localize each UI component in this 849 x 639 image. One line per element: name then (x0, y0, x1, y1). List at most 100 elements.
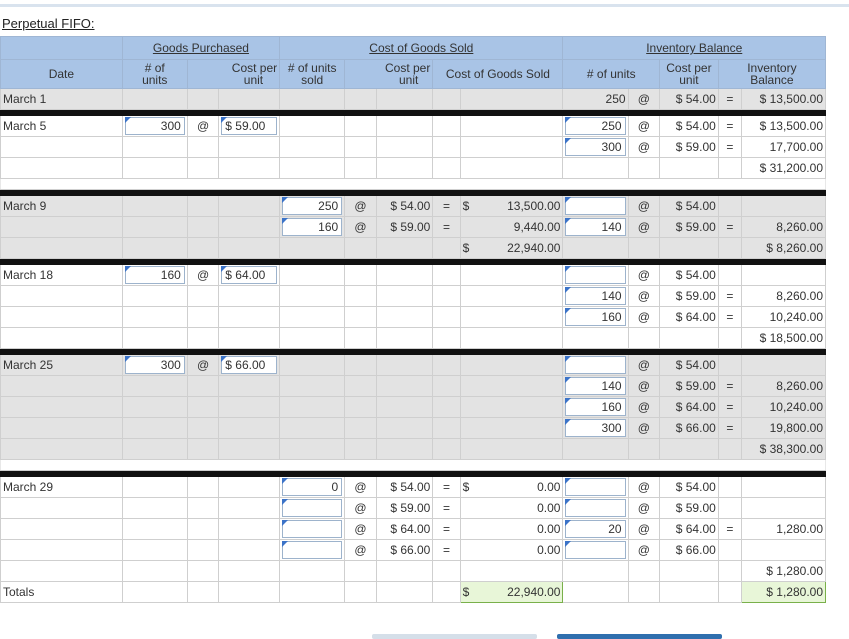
purchase-cost-input[interactable]: $ 66.00 (221, 356, 278, 374)
march18-row-2: 140 @ $ 59.00 = 8,260.00 (0, 285, 827, 307)
inv-balance (740, 354, 827, 376)
top-divider (0, 4, 849, 7)
inv-balance: 1,280.00 (740, 518, 827, 540)
purchase-units-input[interactable]: 160 (124, 266, 185, 284)
march9-row-1: March 9 250 @ $ 54.00 = $13,500.00 @ $ 5… (0, 195, 827, 217)
inv-units-input[interactable]: 250 (565, 117, 626, 135)
prev-button-edge[interactable] (372, 634, 537, 639)
inv-cost: $ 59.00 (659, 375, 719, 397)
inventory-balance-header: Inventory Balance (562, 36, 826, 60)
equals-symbol: = (432, 497, 461, 519)
inv-cost: $ 54.00 (659, 476, 719, 498)
march25-total-row: $ 38,300.00 (0, 438, 827, 460)
sold-units-input[interactable] (282, 541, 343, 559)
inv-total: $ 31,200.00 (740, 157, 827, 179)
sold-cost: $ 54.00 (375, 476, 434, 498)
inv-balance (740, 539, 827, 561)
purchase-units-input[interactable]: 300 (124, 356, 185, 374)
inv-units-input[interactable] (565, 197, 626, 215)
march9-row-2: 160 @ $ 59.00 = 9,440.00 140 @ $ 59.00 =… (0, 216, 827, 238)
date-cell: March 25 (0, 354, 123, 376)
inv-units-input[interactable] (565, 266, 626, 284)
sold-units-input[interactable] (282, 499, 343, 517)
at-symbol: @ (627, 476, 661, 498)
inv-balance: 19,800.00 (740, 417, 827, 439)
date-column-header: Date (0, 59, 123, 89)
inv-units-input[interactable]: 300 (565, 138, 626, 156)
inv-units-input[interactable] (565, 356, 626, 374)
totals-row: Totals $22,940.00 $ 1,280.00 (0, 581, 827, 603)
inv-cost: $ 54.00 (659, 115, 719, 137)
march29-row-1: March 29 0 @ $ 54.00 = $0.00 @ $ 54.00 (0, 476, 827, 498)
sold-units-input[interactable]: 250 (282, 197, 343, 215)
inv-balance (740, 195, 827, 217)
page-title: Perpetual FIFO: (2, 16, 95, 31)
inv-units-input[interactable] (565, 541, 626, 559)
sold-units-input[interactable]: 0 (282, 478, 343, 496)
date-cell: March 9 (0, 195, 123, 217)
next-button-edge[interactable] (557, 634, 722, 639)
sold-units-input[interactable] (282, 520, 343, 538)
inv-balance (740, 264, 827, 286)
inv-cost: $ 59.00 (659, 497, 719, 519)
inv-cost: $ 59.00 (659, 136, 719, 158)
inv-units-input[interactable]: 160 (565, 308, 626, 326)
equals-symbol: = (717, 136, 742, 158)
inv-units-input[interactable] (565, 499, 626, 517)
purchase-cost-input[interactable]: $ 64.00 (221, 266, 278, 284)
inv-balance: 10,240.00 (740, 306, 827, 328)
fifo-table-wrapper: Goods Purchased Cost of Goods Sold Inven… (0, 36, 827, 603)
inv-total: $ 1,280.00 (740, 560, 827, 582)
equals-symbol: = (432, 216, 461, 238)
inv-cost: $ 59.00 (659, 285, 719, 307)
at-symbol: @ (344, 497, 377, 519)
inv-balance: $ 13,500.00 (740, 88, 827, 110)
inv-units-input[interactable]: 300 (565, 419, 626, 437)
purchase-units-input[interactable]: 300 (124, 117, 185, 135)
at-symbol: @ (344, 539, 377, 561)
totals-label: Totals (0, 581, 123, 603)
inv-units-input[interactable]: 20 (565, 520, 626, 538)
inv-balance: 8,260.00 (740, 375, 827, 397)
inv-balance: 8,260.00 (740, 285, 827, 307)
date-cell: March 29 (0, 476, 123, 498)
inv-balance: 10,240.00 (740, 396, 827, 418)
inv-balance: $ 13,500.00 (740, 115, 827, 137)
inventory-grand-total: $ 1,280.00 (740, 581, 827, 603)
at-symbol: @ (186, 264, 220, 286)
sold-units-input[interactable]: 160 (282, 218, 343, 236)
inv-units-input[interactable]: 160 (565, 398, 626, 416)
cogs-total: $22,940.00 (459, 237, 564, 259)
equals-symbol: = (717, 306, 742, 328)
at-symbol: @ (627, 285, 661, 307)
equals-symbol: = (717, 417, 742, 439)
sold-cost: $ 64.00 (375, 518, 434, 540)
at-symbol: @ (344, 216, 377, 238)
march29-total-row: $ 1,280.00 (0, 560, 827, 582)
inv-units-input[interactable] (565, 478, 626, 496)
inv-units-header: # of units (562, 59, 661, 89)
inv-total: $ 18,500.00 (740, 327, 827, 349)
equals-symbol: = (432, 518, 461, 540)
at-symbol: @ (627, 497, 661, 519)
at-symbol: @ (627, 264, 661, 286)
equals-symbol: = (717, 518, 742, 540)
inv-cost: $ 54.00 (659, 264, 719, 286)
purchase-cost-input[interactable]: $ 59.00 (221, 117, 278, 135)
inv-units-input[interactable]: 140 (565, 287, 626, 305)
inv-cost-header: Cost per unit (659, 59, 719, 89)
inv-units-input[interactable]: 140 (565, 218, 626, 236)
equals-symbol: = (717, 285, 742, 307)
date-cell: March 1 (0, 88, 123, 110)
equals-symbol: = (432, 539, 461, 561)
march5-row-1: March 5 300 @ $ 59.00 250 @ $ 54.00 = $ … (0, 115, 827, 137)
fifo-table: Goods Purchased Cost of Goods Sold Inven… (0, 36, 827, 603)
inv-cost: $ 54.00 (659, 88, 719, 110)
equals-symbol: = (432, 476, 461, 498)
inv-cost: $ 64.00 (659, 396, 719, 418)
cogs-cell: $13,500.00 (459, 195, 564, 217)
at-symbol: @ (344, 195, 377, 217)
at-symbol: @ (627, 518, 661, 540)
equals-symbol: = (717, 115, 742, 137)
inv-units-input[interactable]: 140 (565, 377, 626, 395)
